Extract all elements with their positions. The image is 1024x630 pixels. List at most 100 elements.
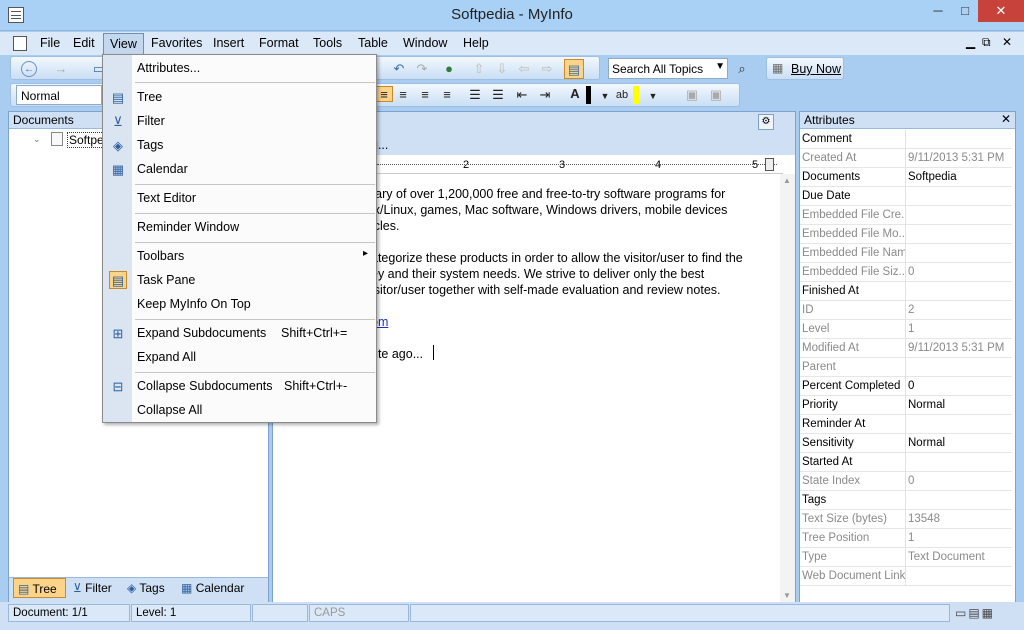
attribute-row[interactable]: Web Document Link — [800, 567, 1012, 586]
attribute-value[interactable]: 1 — [908, 323, 914, 335]
attribute-row[interactable]: Tags — [800, 491, 1012, 510]
attribute-value[interactable]: 2 — [908, 304, 914, 316]
attribute-value[interactable]: Softpedia — [908, 171, 957, 183]
numbered-list-icon[interactable]: ☰ — [467, 87, 483, 103]
style-select[interactable]: Normal — [16, 85, 102, 105]
view-mode-icons[interactable]: ▭▤▦ — [955, 606, 995, 620]
tree-expander-icon[interactable]: ⌄ — [33, 134, 41, 145]
menu-favorites[interactable]: Favorites — [151, 36, 202, 50]
task-pane-toggle-icon[interactable]: ▤ — [564, 59, 584, 79]
menu-window[interactable]: Window — [403, 36, 447, 50]
search-input[interactable]: Search All Topics — [612, 62, 703, 76]
menu-tools[interactable]: Tools — [313, 36, 342, 50]
attribute-row[interactable]: Type Text Document — [800, 548, 1012, 567]
nav-right-icon[interactable]: ⇨ — [539, 61, 555, 77]
menu-item-expand-subdocuments[interactable]: Expand Subdocuments — [137, 326, 266, 340]
attribute-value[interactable]: 0 — [908, 380, 914, 392]
attribute-row[interactable]: Sensitivity Normal — [800, 434, 1012, 453]
back-icon[interactable]: ← — [21, 61, 37, 77]
buy-now-button[interactable]: ▦ Buy Now — [766, 57, 844, 80]
menu-item-expand-all[interactable]: Expand All — [137, 350, 196, 364]
mdi-restore-icon[interactable]: ⧉ — [982, 35, 991, 50]
minimize-button[interactable]: ─ — [925, 0, 951, 22]
attribute-row[interactable]: Modified At 9/11/2013 5:31 PM — [800, 339, 1012, 358]
search-icon[interactable]: ⌕ — [734, 61, 750, 77]
attribute-row[interactable]: Created At 9/11/2013 5:31 PM — [800, 149, 1012, 168]
menu-edit[interactable]: Edit — [73, 36, 95, 50]
tab-calendar[interactable]: ▦ Calendar — [181, 578, 244, 598]
menu-item-collapse-all[interactable]: Collapse All — [137, 403, 202, 417]
right-indent-marker[interactable] — [765, 158, 774, 171]
globe-icon[interactable]: ● — [441, 61, 457, 77]
attribute-row[interactable]: Priority Normal — [800, 396, 1012, 415]
dropdown-arrow-icon[interactable]: ▼ — [715, 61, 725, 72]
attribute-row[interactable]: Due Date — [800, 187, 1012, 206]
attribute-row[interactable]: Parent — [800, 358, 1012, 377]
menu-item-filter[interactable]: Filter — [137, 114, 165, 128]
highlight-icon[interactable]: ab — [614, 87, 630, 103]
close-button[interactable]: ✕ — [978, 0, 1024, 22]
attribute-row[interactable]: Embedded File Mo... — [800, 225, 1012, 244]
attribute-value[interactable]: Text Document — [908, 551, 985, 563]
menu-insert[interactable]: Insert — [213, 36, 244, 50]
align-center-icon[interactable]: ≡ — [395, 87, 411, 103]
menu-format[interactable]: Format — [259, 36, 299, 50]
attribute-row[interactable]: ID 2 — [800, 301, 1012, 320]
attribute-row[interactable]: Embedded File Siz... 0 — [800, 263, 1012, 282]
attribute-value[interactable]: 1 — [908, 532, 914, 544]
font-color-icon[interactable]: A — [567, 86, 583, 102]
menu-item-toolbars[interactable]: Toolbars — [137, 249, 184, 263]
nav-up-icon[interactable]: ⇧ — [471, 61, 487, 77]
forward-icon[interactable]: → — [53, 61, 69, 77]
menu-file[interactable]: File — [40, 36, 60, 50]
attribute-row[interactable]: Embedded File Cre... — [800, 206, 1012, 225]
menu-item-tags[interactable]: Tags — [137, 138, 163, 152]
indent-icon[interactable]: ⇥ — [537, 87, 553, 103]
menu-item-collapse-subdocuments[interactable]: Collapse Subdocuments — [137, 379, 273, 393]
attribute-row[interactable]: Documents Softpedia — [800, 168, 1012, 187]
attribute-value[interactable]: 0 — [908, 266, 914, 278]
attribute-value[interactable]: Normal — [908, 399, 945, 411]
close-icon[interactable]: ✕ — [1001, 112, 1011, 126]
tab-tree[interactable]: ▤ Tree — [13, 578, 66, 598]
attribute-row[interactable]: Comment — [800, 130, 1012, 149]
attribute-row[interactable]: Reminder At — [800, 415, 1012, 434]
menu-item-text-editor[interactable]: Text Editor — [137, 191, 196, 205]
menu-view[interactable]: View — [103, 33, 144, 55]
attribute-row[interactable]: Percent Completed 0 — [800, 377, 1012, 396]
nav-left-icon[interactable]: ⇦ — [516, 61, 532, 77]
menu-table[interactable]: Table — [358, 36, 388, 50]
tab-filter[interactable]: ⊻ Filter — [73, 578, 112, 598]
tab-tags[interactable]: ◈ Tags — [127, 578, 165, 598]
mdi-close-icon[interactable]: ✕ — [1002, 35, 1012, 49]
maximize-button[interactable]: □ — [952, 0, 978, 22]
attribute-row[interactable]: State Index 0 — [800, 472, 1012, 491]
doc-menu-icon[interactable] — [13, 36, 27, 51]
attribute-row[interactable]: Finished At — [800, 282, 1012, 301]
outdent-icon[interactable]: ⇤ — [514, 87, 530, 103]
undo-icon[interactable]: ↶ — [391, 61, 407, 77]
attribute-row[interactable]: Embedded File Name — [800, 244, 1012, 263]
menu-item-tree[interactable]: Tree — [137, 90, 162, 104]
attribute-row[interactable]: Text Size (bytes) 13548 — [800, 510, 1012, 529]
attribute-value[interactable]: 9/11/2013 5:31 PM — [908, 342, 1004, 354]
redo-icon[interactable]: ↷ — [414, 61, 430, 77]
attribute-value[interactable]: 9/11/2013 5:31 PM — [908, 152, 1004, 164]
attribute-value[interactable]: Normal — [908, 437, 945, 449]
font-color-dropdown-icon[interactable]: ▼ — [597, 88, 613, 104]
attribute-row[interactable]: Started At — [800, 453, 1012, 472]
editor-options-icon[interactable]: ⚙ — [758, 114, 774, 130]
menu-help[interactable]: Help — [463, 36, 489, 50]
image-icon[interactable]: ▣ — [684, 87, 700, 103]
editor-scrollbar[interactable]: ▲ ▼ — [780, 174, 795, 602]
menu-item-task-pane[interactable]: Task Pane — [137, 273, 195, 287]
highlight-dropdown-icon[interactable]: ▼ — [645, 88, 661, 104]
menu-item-attributes[interactable]: Attributes... — [137, 61, 200, 75]
search-box[interactable]: Search All Topics ▼ — [608, 58, 728, 79]
align-right-icon[interactable]: ≡ — [417, 87, 433, 103]
menu-item-calendar[interactable]: Calendar — [137, 162, 188, 176]
object-icon[interactable]: ▣ — [708, 87, 724, 103]
align-left-icon[interactable]: ≡ — [375, 86, 393, 102]
scroll-down-icon[interactable]: ▼ — [783, 591, 791, 600]
bullet-list-icon[interactable]: ☰ — [490, 87, 506, 103]
